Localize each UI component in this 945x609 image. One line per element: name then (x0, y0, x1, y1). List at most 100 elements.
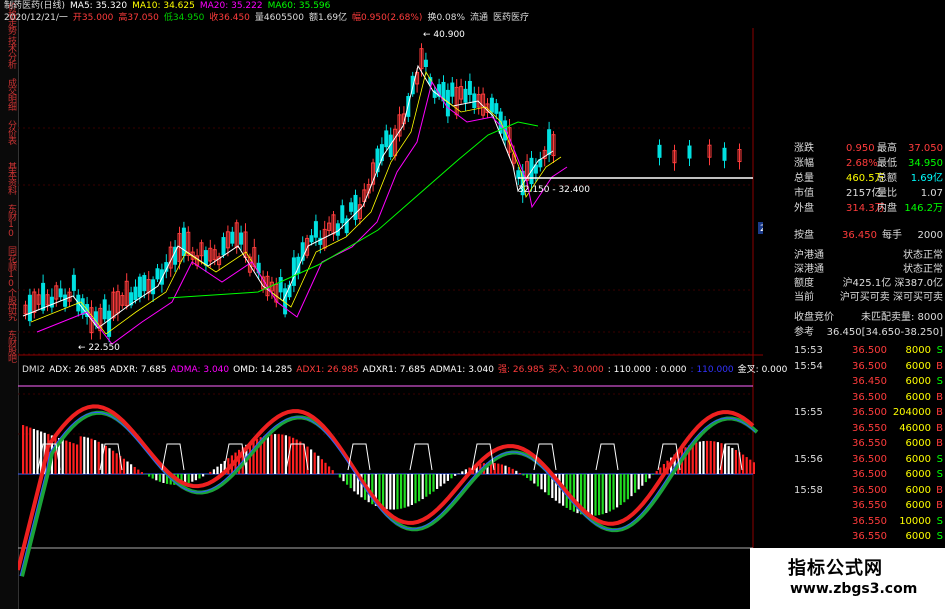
dmi-histogram-bar (436, 474, 439, 489)
ref-value: 36.450[34.650-38.250] (826, 327, 943, 338)
dmi-histogram-bar (630, 474, 633, 497)
hk-value: 沪可买可卖 深可买可卖 (839, 292, 943, 303)
candle-body (230, 231, 235, 244)
dmi-histogram-bar (616, 474, 619, 508)
quote-label: 涨幅 (794, 158, 814, 169)
left-tab-1[interactable]: 成交明细 (1, 78, 16, 110)
candle-body (722, 147, 727, 161)
dmi-histogram-bar (122, 458, 125, 474)
candle-body (151, 279, 156, 295)
dmi-histogram-bar (634, 474, 637, 493)
candle-body (203, 250, 208, 266)
dmi-histogram-bar (317, 455, 320, 474)
dmi-histogram-bar (130, 464, 133, 474)
trade-volume: 10000 (899, 515, 931, 527)
ohlc-legend: 2020/12/21/一 开35.000 高37.050 低34.950 收36.450… (4, 12, 764, 24)
ohlc-label-7: 幅0.950(2.68%) (352, 13, 423, 23)
trade-volume: 6000 (905, 360, 931, 372)
dmi-histogram-bar (281, 434, 284, 474)
ohlc-label-9: 流通 (470, 13, 489, 23)
ref-row: 参考 36.450[34.650-38.250] (794, 325, 945, 340)
dmi-histogram-bar (338, 474, 341, 478)
candle-body (547, 129, 552, 155)
candle-body (155, 268, 160, 280)
trade-row: 15:58 36.500 6000 B (794, 483, 945, 498)
close-value: 36.450 (842, 230, 877, 241)
ohlc-label-1: 开35.000 (72, 13, 114, 23)
dmi-histogram-bar (428, 474, 431, 495)
auction-value: 未匹配卖量: 8000 (861, 312, 943, 323)
dmi-histogram-bar (292, 437, 295, 474)
trade-price: 36.550 (852, 515, 887, 527)
trade-row: 15:54 36.500 6000 B (794, 359, 945, 374)
dmi-histogram-bar (86, 437, 89, 474)
left-tab-2[interactable]: 分价表 (1, 120, 16, 144)
trade-side: S (936, 345, 943, 356)
trade-volume: 6000 (905, 500, 931, 511)
dmi-histogram-bar (79, 436, 82, 474)
trade-side: B (936, 407, 943, 418)
dmi-histogram-bar (29, 427, 32, 474)
kline-chart[interactable]: ← 40.900← 22.55032.150 - 32.40031.9528.7… (18, 0, 763, 609)
close-label: 按盘 (794, 230, 814, 241)
brand-title: 指标公式网 (788, 558, 883, 579)
quote-row: 外盘 314.3万 内盘 146.2万 (794, 201, 945, 216)
dmi-histogram-bar (155, 474, 158, 481)
candle-body (489, 97, 494, 113)
dmi-label-13: 金叉: 0.000 (737, 365, 788, 375)
dmi-histogram-bar (382, 474, 385, 509)
dmi-histogram-bar (590, 474, 593, 516)
dmi-histogram-bar (22, 425, 25, 474)
trade-side: B (936, 438, 943, 449)
dmi-histogram-bar (544, 474, 547, 493)
trade-time: 15:56 (794, 453, 823, 465)
dmi-histogram-bar (202, 474, 205, 477)
dmi-histogram-bar (742, 454, 745, 474)
trade-side: B (936, 500, 943, 511)
dmi-histogram-bar (587, 474, 590, 516)
trade-volume: 6000 (905, 469, 931, 480)
hk-value: 沪425.1亿 深387.0亿 (842, 278, 943, 289)
candle-body (463, 88, 468, 103)
left-tab-7[interactable]: 东财股吧 (1, 330, 16, 362)
candle-body (239, 232, 244, 245)
trade-row: 36.550 10000 S (794, 514, 945, 529)
trade-price: 36.500 (852, 469, 887, 480)
trade-volume: 46000 (899, 422, 931, 434)
dmi-histogram-bar (511, 468, 514, 474)
quote-value: 1.69亿 (910, 173, 943, 184)
candle-body (221, 237, 226, 256)
candle-body (63, 294, 68, 307)
trade-row: 15:56 36.500 6000 S (794, 452, 945, 467)
dmi-histogram-bar (151, 474, 154, 479)
dmi-histogram-bar (612, 474, 615, 510)
price-marker: 28.868 (760, 224, 763, 234)
dmi-histogram-bar (540, 474, 543, 490)
trade-time: 15:54 (794, 360, 823, 372)
quote-label: 总额 (877, 173, 897, 184)
dmi-histogram-bar (353, 474, 356, 492)
left-tab-5[interactable]: 同花顺10 (1, 246, 16, 288)
dmi-histogram-bar (605, 474, 608, 514)
dmi-step-marker (161, 443, 185, 471)
left-tab-6[interactable]: 个股研究 (1, 288, 16, 320)
left-tab-3[interactable]: 基本资料 (1, 162, 16, 194)
dmi-histogram-bar (198, 474, 201, 479)
dmi-histogram-bar (529, 474, 532, 481)
close-row: 按盘 36.450 每手 2000 (794, 228, 945, 243)
trade-side: B (936, 484, 943, 496)
dmi-histogram-bar (266, 434, 269, 474)
info-bar: 制药医药(日线) MA5: 35.320 MA10: 34.625 MA20: 35.… (4, 0, 764, 28)
trade-side: B (936, 391, 943, 403)
dmi-histogram-bar (140, 472, 143, 474)
trade-price: 36.500 (852, 391, 887, 403)
dmi-histogram-bar (594, 474, 597, 516)
trade-time: 15:55 (794, 407, 823, 418)
dmi-histogram-bar (734, 449, 737, 474)
left-tab-0[interactable]: 技术分析 (1, 36, 16, 68)
quote-row: 涨跌 0.950 最高 37.050 (794, 141, 945, 156)
dmi-histogram-bar (148, 474, 151, 477)
candle-body (450, 82, 455, 97)
left-tab-4[interactable]: 东财10 (1, 204, 16, 238)
trade-price: 36.550 (852, 500, 887, 511)
